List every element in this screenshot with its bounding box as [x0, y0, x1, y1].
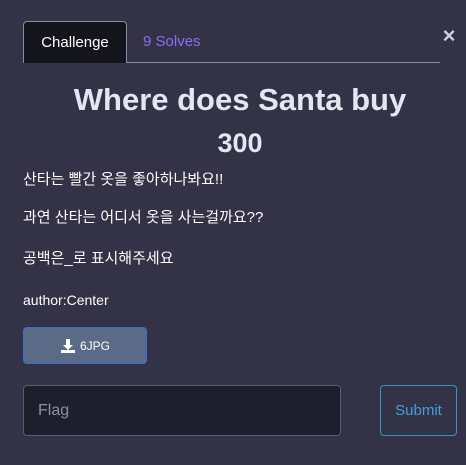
description-line: 산타는 빨간 옷을 좋아하나봐요!! — [23, 171, 224, 188]
file-download-button[interactable]: 6JPG — [23, 327, 147, 364]
download-icon — [60, 338, 76, 354]
tab-solves[interactable]: 9 Solves — [143, 21, 201, 62]
description-line: 과연 산타는 어디서 옷을 사는걸까요?? — [23, 209, 264, 226]
close-icon[interactable]: × — [440, 24, 458, 48]
challenge-modal: × Challenge 9 Solves Where does Santa bu… — [0, 0, 466, 465]
description-line: 공백은_로 표시해주세요 — [23, 250, 174, 267]
file-name: 6JPG — [79, 338, 110, 353]
tab-challenge[interactable]: Challenge — [23, 21, 127, 63]
submit-button[interactable]: Submit — [380, 385, 457, 436]
tab-bar: Challenge 9 Solves — [23, 21, 440, 63]
flag-input[interactable] — [23, 385, 341, 436]
challenge-title: Where does Santa buy — [73, 82, 407, 117]
author-line: author:Center — [23, 292, 109, 308]
challenge-points: 300 — [217, 128, 263, 158]
